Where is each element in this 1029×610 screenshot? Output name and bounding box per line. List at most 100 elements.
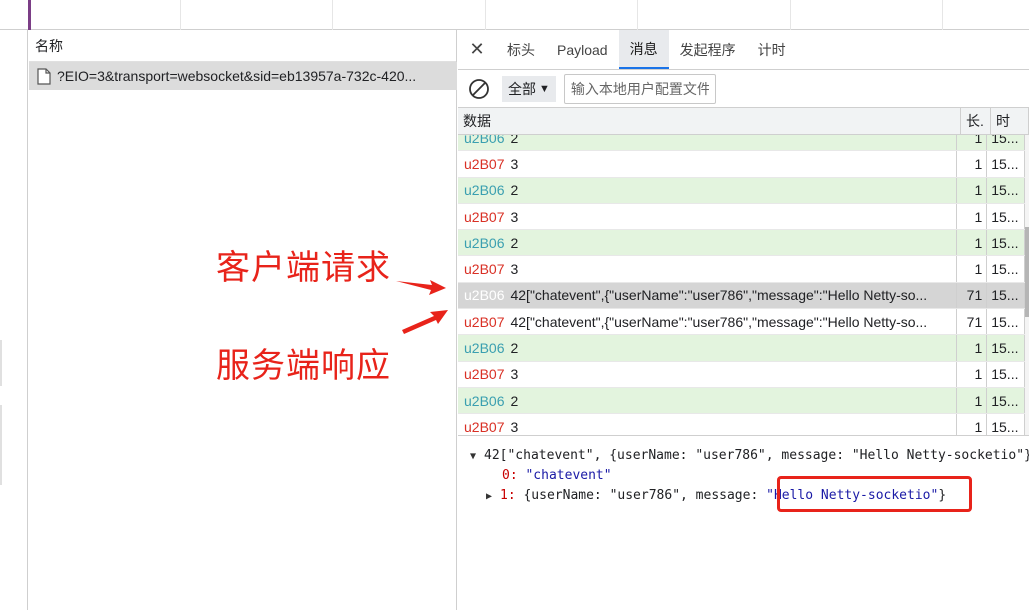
timeline-marker xyxy=(28,0,31,30)
message-length-cell: 1 xyxy=(957,151,988,177)
message-text: 2 xyxy=(510,340,519,357)
message-data-cell: u2B06 2 xyxy=(458,335,958,361)
message-type-value: 全部 xyxy=(508,80,536,97)
request-detail-pane: ✕ 标头 Payload 消息 发起程序 计时 全部 ▼ u2B062115..… xyxy=(458,30,1029,610)
message-time-cell: 15... xyxy=(987,335,1025,361)
grid-scrollbar[interactable] xyxy=(1025,135,1029,435)
message-time-cell: 15... xyxy=(987,361,1025,387)
message-time-cell: 15... xyxy=(987,177,1025,203)
tab-timing[interactable]: 计时 xyxy=(747,30,797,69)
messages-grid-header: 数据 长. 时 xyxy=(458,108,1029,135)
message-time-cell: 15... xyxy=(987,414,1025,435)
message-row[interactable]: u2B06 2 1 15... xyxy=(458,230,1025,257)
direction-tag: u2B07 xyxy=(464,313,505,330)
clear-messages-icon[interactable] xyxy=(468,78,490,100)
direction-tag: u2B06 xyxy=(464,234,505,251)
message-text: 3 xyxy=(510,155,519,172)
direction-tag: u2B06 xyxy=(464,392,505,409)
message-text: 2 xyxy=(510,182,519,199)
message-length-cell: 1 xyxy=(957,177,988,203)
message-length-cell: 71 xyxy=(957,309,988,335)
column-header-time[interactable]: 时 xyxy=(991,108,1029,134)
message-text: 3 xyxy=(510,208,519,225)
message-row[interactable]: u2B07 3 1 15... xyxy=(458,414,1025,435)
direction-tag: u2B07 xyxy=(464,418,505,435)
tab-headers[interactable]: 标头 xyxy=(496,30,546,69)
message-time-cell: 15... xyxy=(987,151,1025,177)
message-data-cell: u2B06 2 xyxy=(458,387,958,414)
message-row[interactable]: u2B07 3 1 15... xyxy=(458,361,1025,388)
message-text: 3 xyxy=(510,418,519,435)
message-row[interactable]: u2B06 2 1 15... xyxy=(458,177,1025,204)
preview-root-line[interactable]: ▼ 42["chatevent", {userName: "user786", m… xyxy=(470,446,1029,466)
message-text: 3 xyxy=(510,366,519,383)
message-data-cell: u2B07 3 xyxy=(458,256,958,282)
tab-payload[interactable]: Payload xyxy=(546,30,619,69)
preview-value-0: "chatevent" xyxy=(525,468,612,483)
timeline-gridline xyxy=(790,0,791,30)
messages-grid: u2B06 2 1 15... u2B07 3 1 15... u2B06 2 1 15... u2B0… xyxy=(458,108,1029,436)
message-length-cell: 71 xyxy=(957,282,988,309)
expanded-triangle-icon[interactable]: ▼ xyxy=(470,447,484,467)
left-gutter xyxy=(0,30,28,610)
direction-tag: u2B07 xyxy=(464,261,505,278)
message-filter-input[interactable] xyxy=(563,73,716,104)
message-time-cell: 15... xyxy=(987,203,1025,230)
message-data-cell: u2B07 3 xyxy=(458,414,958,435)
messages-rows: u2B06 2 1 15... u2B07 3 1 15... u2B06 2 1 15... u2B0… xyxy=(458,125,1025,435)
arrow-to-response-icon xyxy=(402,310,448,334)
message-length-cell: 1 xyxy=(957,335,988,361)
column-header-length[interactable]: 长. xyxy=(961,108,991,134)
scrollbar-thumb[interactable] xyxy=(1025,227,1029,317)
message-length-cell: 1 xyxy=(957,256,988,282)
message-row[interactable]: u2B07 42["chatevent",{"userName":"user786… xyxy=(458,309,1025,336)
message-data-cell: u2B07 3 xyxy=(458,203,958,230)
collapsed-triangle-icon[interactable]: ▶ xyxy=(486,487,500,507)
message-data-cell: u2B07 3 xyxy=(458,151,958,177)
column-header-data[interactable]: 数据 xyxy=(458,108,961,134)
timeline-gridline xyxy=(180,0,181,30)
message-row[interactable]: u2B06 42["chatevent",{"userName":"user786… xyxy=(458,282,1025,310)
message-time-cell: 15... xyxy=(987,387,1025,414)
server-response-annotation: 服务端响应 xyxy=(216,346,391,386)
gutter-mark xyxy=(0,340,2,386)
message-row[interactable]: u2B07 3 1 15... xyxy=(458,151,1025,178)
request-name: ?EIO=3&transport=websocket&sid=eb13957a-… xyxy=(57,68,417,84)
preview-root-text: 42["chatevent", {userName: "user786", me… xyxy=(484,448,1029,463)
message-time-cell: 15... xyxy=(987,256,1025,282)
preview-item-0: 0: "chatevent" xyxy=(502,466,612,486)
message-row[interactable]: u2B07 3 1 15... xyxy=(458,203,1025,231)
close-icon[interactable]: ✕ xyxy=(458,30,496,69)
request-row[interactable]: ?EIO=3&transport=websocket&sid=eb13957a-… xyxy=(29,62,457,90)
message-row[interactable]: u2B06 2 1 15... xyxy=(458,335,1025,362)
message-data-cell: u2B06 42["chatevent",{"userName":"user786… xyxy=(458,282,958,309)
tab-messages[interactable]: 消息 xyxy=(618,30,669,69)
message-type-select[interactable]: 全部 ▼ xyxy=(502,75,556,102)
detail-tabbar: ✕ 标头 Payload 消息 发起程序 计时 xyxy=(458,30,1029,70)
direction-tag: u2B07 xyxy=(464,366,505,383)
direction-tag: u2B06 xyxy=(464,340,505,357)
message-preview: ▼ 42["chatevent", {userName: "user786", m… xyxy=(458,438,1029,610)
arrow-to-request-icon xyxy=(396,280,446,295)
message-row[interactable]: u2B06 2 1 15... xyxy=(458,387,1025,415)
name-column-header[interactable]: 名称 xyxy=(29,30,456,62)
message-text: 3 xyxy=(510,261,519,278)
document-icon xyxy=(37,67,51,85)
message-text: 2 xyxy=(510,392,519,409)
message-filter-bar: 全部 ▼ xyxy=(458,70,1029,108)
timeline-gridline xyxy=(637,0,638,30)
tab-initiator[interactable]: 发起程序 xyxy=(669,30,747,69)
chevron-down-icon: ▼ xyxy=(539,82,550,95)
message-highlight-box xyxy=(777,476,972,512)
message-data-cell: u2B06 2 xyxy=(458,230,958,256)
message-time-cell: 15... xyxy=(987,309,1025,335)
message-length-cell: 1 xyxy=(957,387,988,414)
direction-tag: u2B06 xyxy=(464,182,505,199)
timeline-gridline xyxy=(942,0,943,30)
annotation-arrows xyxy=(396,280,448,334)
timeline-gridline xyxy=(485,0,486,30)
message-text: 2 xyxy=(510,234,519,251)
message-row[interactable]: u2B07 3 1 15... xyxy=(458,256,1025,283)
timeline-strip xyxy=(0,0,1029,30)
timeline-gridline xyxy=(332,0,333,30)
